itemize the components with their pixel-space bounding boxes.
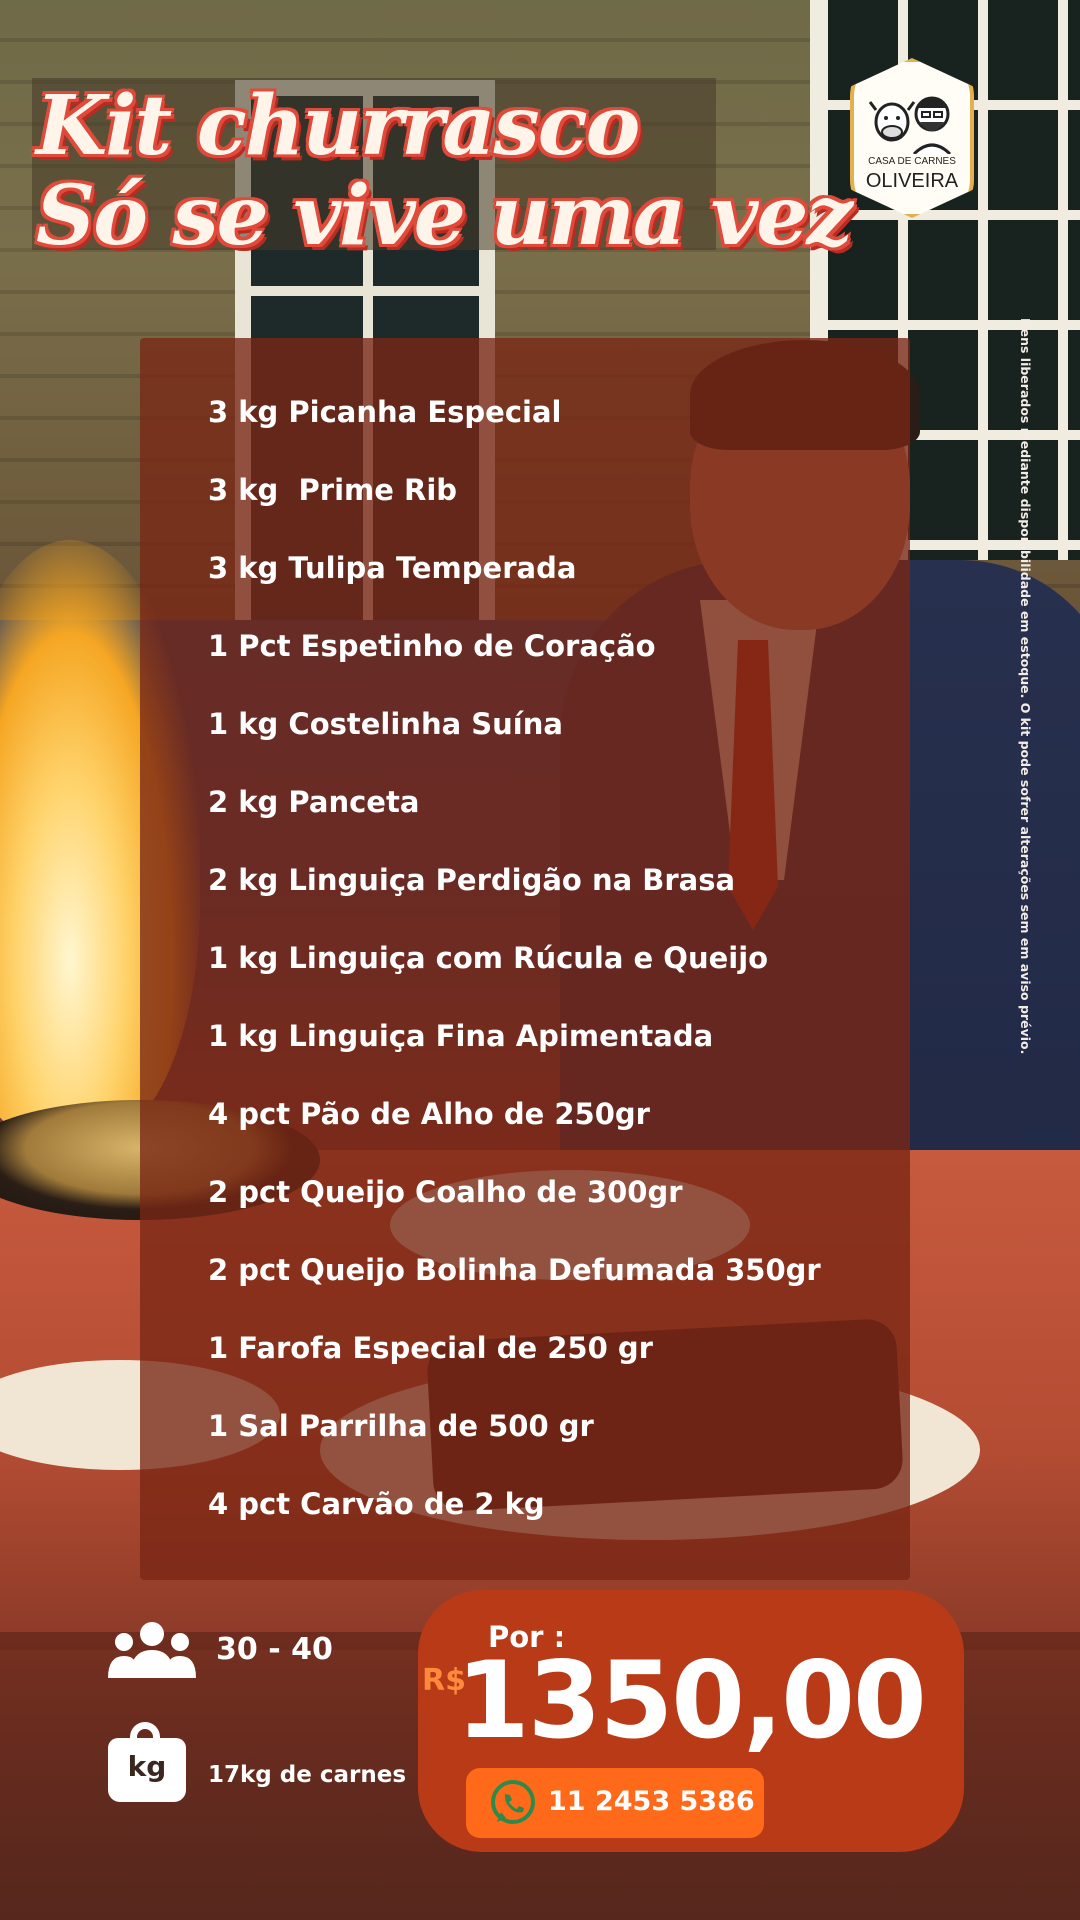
list-item: 3 kg Picanha Especial — [208, 395, 562, 429]
list-item: 1 Farofa Especial de 250 gr — [208, 1331, 653, 1365]
list-item: 2 pct Queijo Bolinha Defumada 350gr — [208, 1253, 821, 1287]
phone-number[interactable]: 11 2453 5386 — [548, 1786, 755, 1817]
disclaimer-text: Itens liberados mediante disponibilidade… — [1018, 318, 1033, 1055]
list-item: 2 pct Queijo Coalho de 300gr — [208, 1175, 683, 1209]
people-icon — [108, 1622, 196, 1678]
people-count: 30 - 40 — [216, 1632, 333, 1667]
whatsapp-icon[interactable] — [488, 1778, 538, 1828]
list-item: 1 kg Linguiça Fina Apimentada — [208, 1019, 714, 1053]
title-line-1: Kit churrasco — [36, 78, 640, 174]
brand-logo: CASA DE CARNES OLIVEIRA — [850, 58, 974, 218]
list-item: 3 kg Prime Rib — [208, 473, 458, 507]
list-item: 4 pct Pão de Alho de 250gr — [208, 1097, 650, 1131]
weight-icon-label: kg — [127, 1750, 167, 1783]
window-bar — [251, 286, 479, 296]
title-line-2: Só se vive uma vez — [36, 168, 853, 264]
meat-weight: 17kg de carnes — [208, 1762, 407, 1788]
list-item: 2 kg Linguiça Perdigão na Brasa — [208, 863, 736, 897]
logo-subtitle: CASA DE CARNES — [868, 156, 956, 167]
list-item: 4 pct Carvão de 2 kg — [208, 1487, 545, 1521]
kit-items-list: 3 kg Picanha Especial 3 kg Prime Rib 3 k… — [208, 388, 821, 1558]
list-item: 1 Sal Parrilha de 500 gr — [208, 1409, 594, 1443]
list-item: 3 kg Tulipa Temperada — [208, 551, 577, 585]
price-value: 1350,00 — [456, 1639, 927, 1762]
list-item: 2 kg Panceta — [208, 785, 420, 819]
list-item: 1 Pct Espetinho de Coração — [208, 629, 656, 663]
weight-icon: kg — [108, 1722, 186, 1804]
list-item: 1 kg Costelinha Suína — [208, 707, 563, 741]
logo-name: OLIVEIRA — [865, 170, 959, 192]
list-item: 1 kg Linguiça com Rúcula e Queijo — [208, 941, 769, 975]
cow-and-butcher-icon — [868, 96, 952, 154]
